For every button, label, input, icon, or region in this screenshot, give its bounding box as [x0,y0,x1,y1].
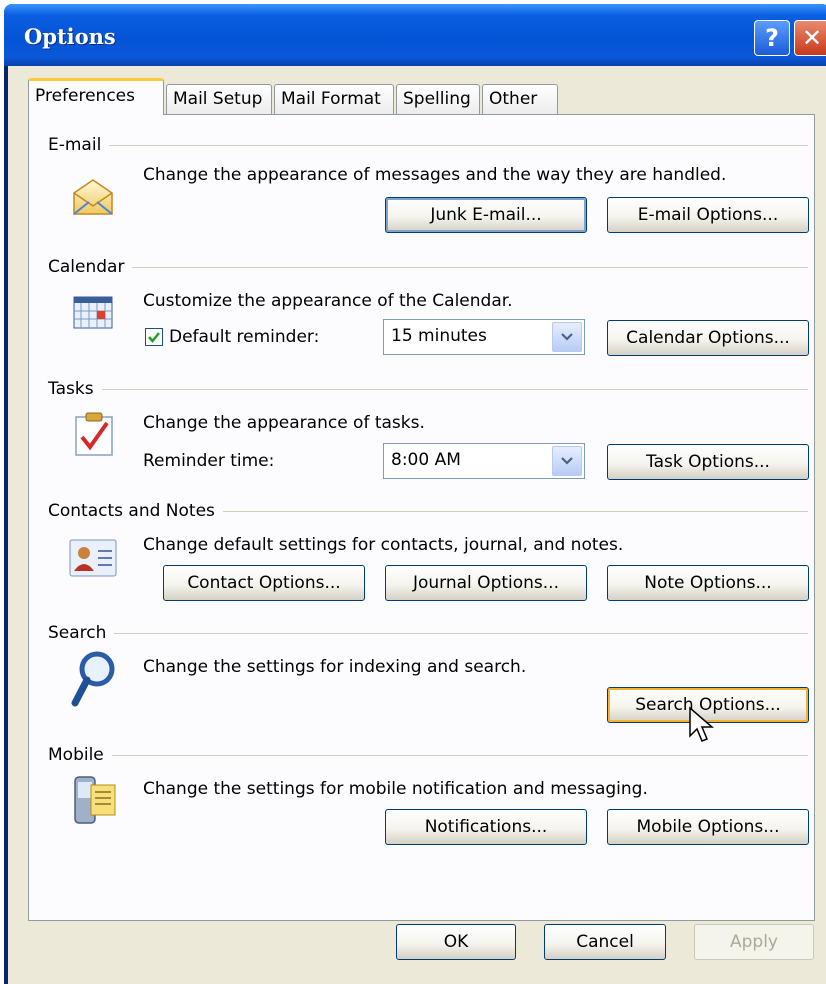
reminder-time-value: 8:00 AM [391,450,461,470]
tab-label: Mail Setup [173,89,263,109]
search-description: Change the settings for indexing and sea… [143,657,527,677]
calendar-separator [49,267,808,268]
mobile-description: Change the settings for mobile notificat… [143,779,648,799]
junk-email-button[interactable]: Junk E-mail... [385,197,587,233]
task-options-button[interactable]: Task Options... [607,444,809,480]
checkmark-icon [148,332,160,343]
close-button[interactable]: ✕ [794,20,826,56]
cancel-button[interactable]: Cancel [544,924,666,960]
mobile-separator [49,755,808,756]
contact-options-button[interactable]: Contact Options... [163,565,365,601]
mobile-device-icon [74,776,116,824]
tab-label: Mail Format [281,89,381,109]
tasks-description: Change the appearance of tasks. [143,413,425,433]
ok-button[interactable]: OK [396,924,516,960]
help-icon: ? [765,24,779,52]
mobile-options-button[interactable]: Mobile Options... [607,809,809,845]
options-dialog: Options ? ✕ Preferences Mail Setup Mail … [4,4,826,984]
title-bar[interactable]: Options ? ✕ [4,4,826,66]
magnifier-icon [71,651,115,707]
default-reminder-checkbox[interactable] [145,328,163,346]
task-checkmark-icon [75,412,113,456]
section-title-mobile: Mobile [48,745,112,765]
section-title-calendar: Calendar [48,257,133,277]
email-description: Change the appearance of messages and th… [143,165,727,185]
calendar-description: Customize the appearance of the Calendar… [143,291,513,311]
default-reminder-dropdown[interactable]: 15 minutes [383,319,585,355]
tab-label: Preferences [35,86,135,106]
contacts-description: Change default settings for contacts, jo… [143,535,624,555]
chevron-down-icon [561,333,573,341]
tab-other[interactable]: Other [482,84,558,114]
default-reminder-label: Default reminder: [169,327,320,347]
dropdown-arrow[interactable] [552,446,582,476]
tab-label: Other [489,89,538,109]
tasks-separator [49,389,808,390]
note-options-button[interactable]: Note Options... [607,565,809,601]
search-separator [49,633,808,634]
tab-label: Spelling [403,89,471,109]
preferences-panel: E-mail Change the appearance of messages… [28,114,815,921]
window-title: Options [24,24,116,49]
tab-preferences[interactable]: Preferences [28,78,164,115]
contact-card-icon [69,539,117,577]
email-options-button[interactable]: E-mail Options... [607,197,809,233]
chevron-down-icon [561,457,573,465]
notifications-button[interactable]: Notifications... [385,809,587,845]
dialog-client-area: Preferences Mail Setup Mail Format Spell… [8,66,826,984]
calendar-options-button[interactable]: Calendar Options... [607,320,809,356]
section-title-email: E-mail [48,135,110,155]
section-title-contacts: Contacts and Notes [48,501,223,521]
tab-mail-setup[interactable]: Mail Setup [166,84,272,114]
tab-spelling[interactable]: Spelling [396,84,480,114]
section-title-search: Search [48,623,115,643]
section-title-tasks: Tasks [48,379,102,399]
calendar-icon [73,296,113,329]
email-separator [49,145,808,146]
reminder-time-dropdown[interactable]: 8:00 AM [383,443,585,479]
mouse-cursor-icon [689,706,715,742]
close-icon: ✕ [801,24,823,52]
tab-mail-format[interactable]: Mail Format [274,84,394,114]
apply-button[interactable]: Apply [694,924,814,960]
journal-options-button[interactable]: Journal Options... [385,565,587,601]
dropdown-arrow[interactable] [552,322,582,352]
envelope-icon [73,179,113,215]
default-reminder-value: 15 minutes [391,326,487,346]
help-button[interactable]: ? [754,20,790,56]
reminder-time-label: Reminder time: [143,451,275,471]
